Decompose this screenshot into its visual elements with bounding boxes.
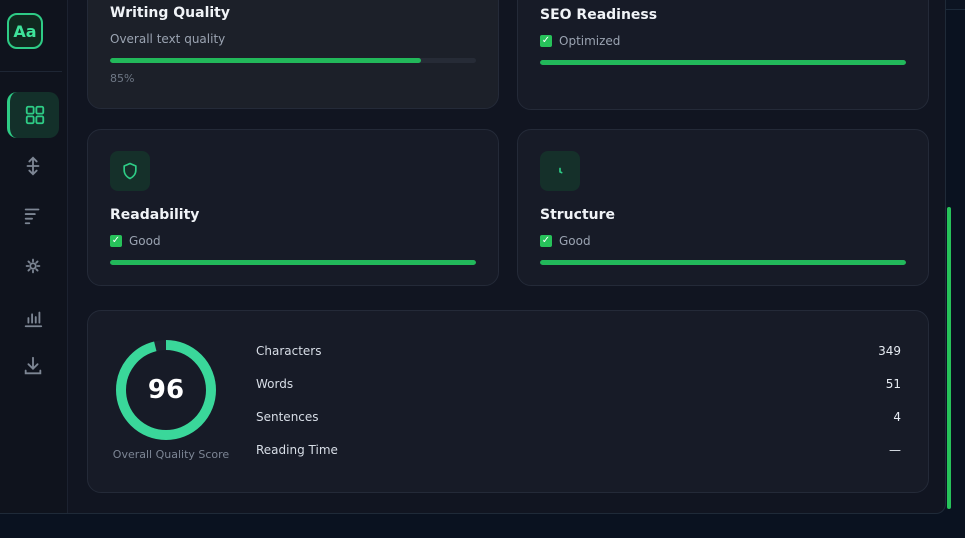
stat-row-sentences: Sentences 4 [256,407,901,427]
seo-readiness-status-text: Optimized [559,34,621,48]
sun-gear-icon [25,258,41,274]
stat-label: Reading Time [256,443,338,457]
structure-icon-box [540,151,580,191]
sidebar: Aa [0,0,68,513]
shield-icon [123,162,137,180]
stat-row-reading-time: Reading Time — [256,440,901,460]
writing-quality-progress [110,58,476,63]
structure-card[interactable]: Structure ✓ Good [517,129,929,286]
stat-label: Characters [256,344,322,358]
summary-card: 96 Overall Quality Score Characters 349 … [87,310,929,493]
check-icon: ✓ [540,235,552,247]
app-logo[interactable]: Aa [7,13,43,49]
stat-value: 4 [893,410,901,424]
structure-progress-fill [540,260,906,265]
scrollbar-thumb[interactable] [947,207,951,509]
seo-readiness-status: ✓ Optimized [540,34,620,48]
structure-status: ✓ Good [540,234,591,248]
check-icon: ✓ [540,35,552,47]
sidebar-item-settings[interactable] [7,243,59,289]
readability-status-text: Good [129,234,161,248]
structure-title: Structure [540,207,616,223]
stat-label: Sentences [256,410,319,424]
grid-icon [25,105,44,125]
stat-row-characters: Characters 349 [256,341,901,361]
structure-progress [540,260,906,265]
readability-progress-fill [110,260,476,265]
quality-score: 96 [147,375,185,405]
clock-icon [559,167,563,174]
sidebar-divider [0,71,62,72]
stat-value: 51 [885,377,901,391]
writing-quality-progress-fill [110,58,422,63]
sidebar-item-download[interactable] [7,343,59,389]
writing-quality-subtitle: Overall text quality [110,32,226,46]
stat-label: Words [256,377,294,391]
writing-quality-title: Writing Quality [110,5,230,21]
vertical-arrows-icon [26,156,40,176]
readability-icon-box [110,151,150,191]
readability-progress [110,260,476,265]
stat-value: 349 [878,344,901,358]
stat-row-words: Words 51 [256,374,901,394]
app-window: Aa Writing Quality Overall text quality … [0,0,946,514]
seo-readiness-title: SEO Readiness [540,7,658,23]
bar-chart-icon [24,311,43,328]
download-icon [24,356,42,375]
quality-score-label: Overall Quality Score [112,448,230,461]
seo-readiness-progress-fill [540,60,906,65]
seo-readiness-card[interactable]: SEO Readiness ✓ Optimized [517,0,929,110]
readability-title: Readability [110,207,200,223]
stat-value: — [889,443,901,457]
writing-quality-card[interactable]: Writing Quality Overall text quality 85% [87,0,499,109]
structure-status-text: Good [559,234,591,248]
sidebar-item-resize[interactable] [7,143,59,189]
sidebar-item-dashboard[interactable] [7,92,59,138]
readability-status: ✓ Good [110,234,161,248]
sort-lines-icon [24,208,40,225]
readability-card[interactable]: Readability ✓ Good [87,129,499,286]
check-icon: ✓ [110,235,122,247]
writing-quality-percent: 85% [110,72,135,85]
sidebar-item-sort[interactable] [7,192,59,238]
sidebar-item-stats[interactable] [7,295,59,341]
seo-readiness-progress [540,60,906,65]
